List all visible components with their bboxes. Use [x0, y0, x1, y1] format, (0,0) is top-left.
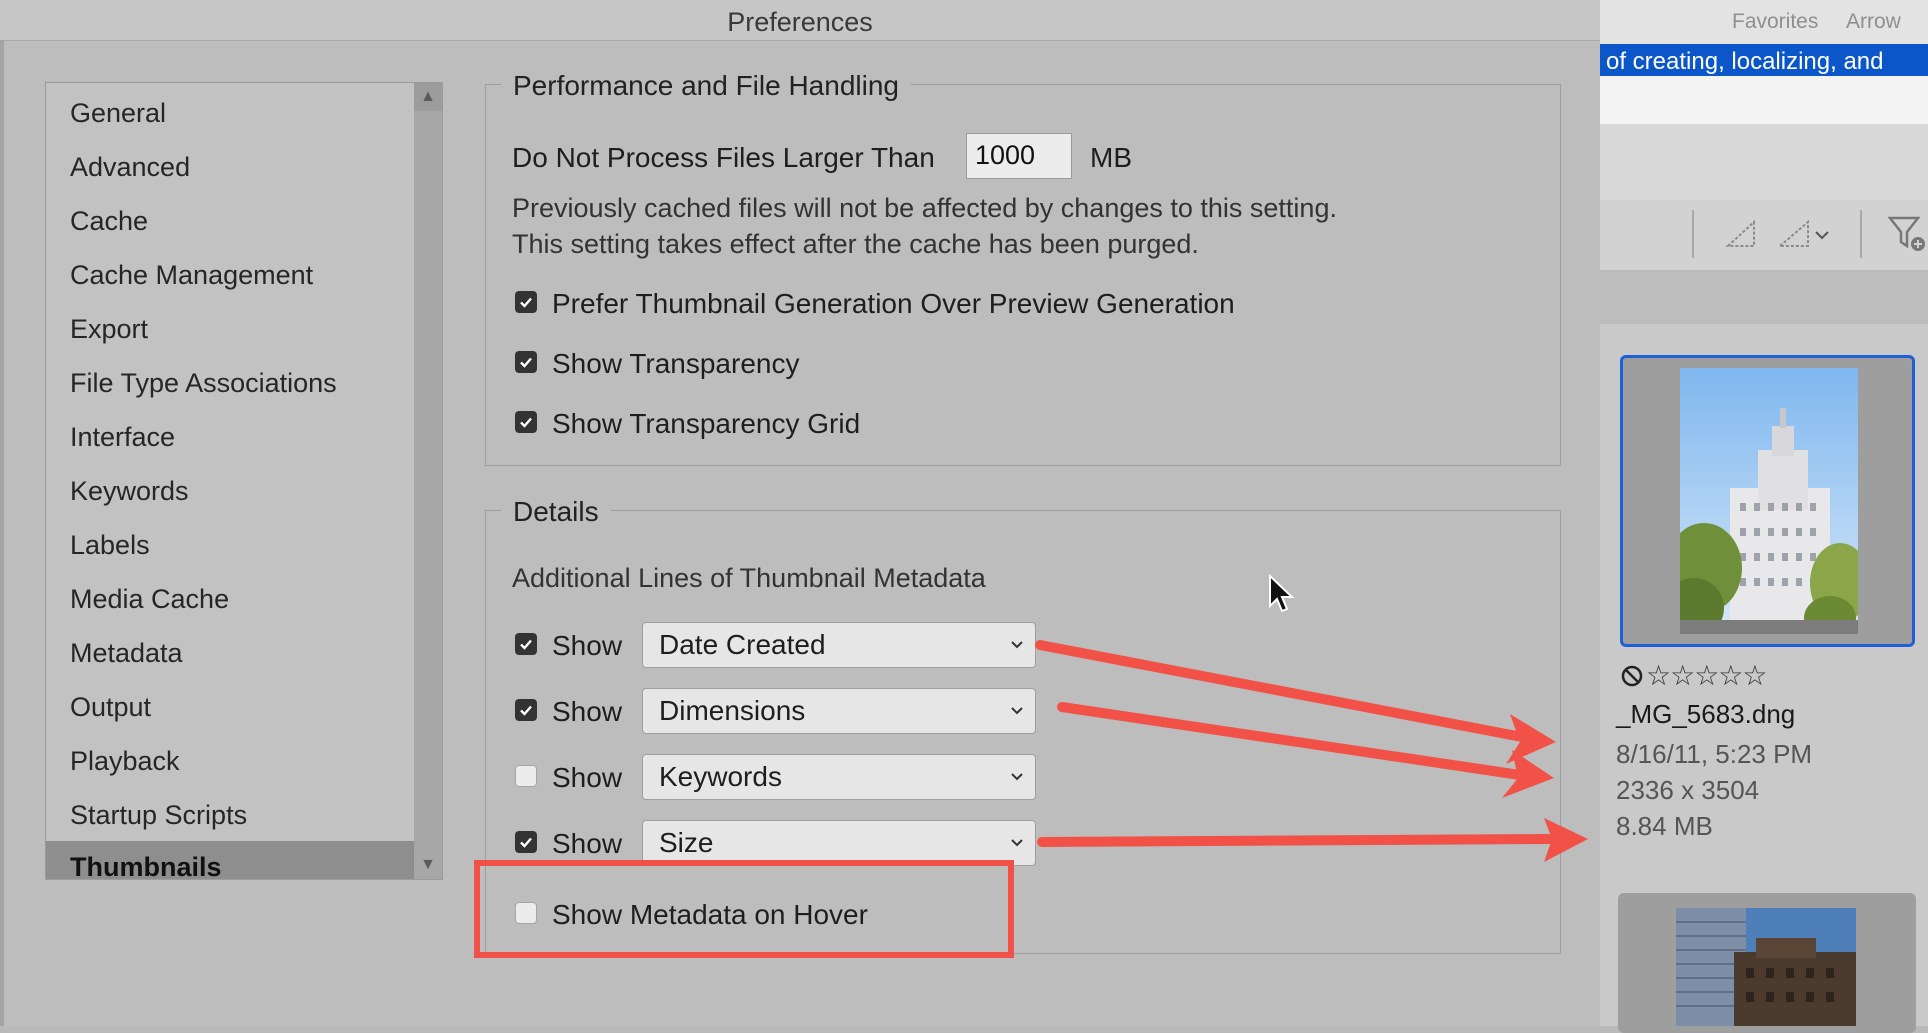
scroll-down-arrow-icon[interactable]: ▼ [414, 851, 442, 879]
sidebar-item-general[interactable]: General [46, 94, 414, 132]
content-header-band [1600, 270, 1928, 324]
checkmark-icon [520, 705, 532, 716]
max-size-input[interactable]: 1000 [966, 133, 1072, 179]
thumbnail-image [1676, 908, 1856, 1026]
reject-icon[interactable] [1620, 664, 1644, 688]
scroll-up-arrow-icon[interactable]: ▲ [414, 83, 442, 111]
performance-legend: Performance and File Handling [501, 68, 911, 104]
sidebar-item-media-cache[interactable]: Media Cache [46, 580, 414, 618]
metadata-line-1-checkbox[interactable] [515, 633, 537, 655]
metadata-line-1-show-label: Show [552, 630, 623, 661]
sidebar-item-export[interactable]: Export [46, 310, 414, 348]
content-panel: Favorites Arrow of creating, localizing,… [1600, 0, 1928, 1033]
thumbnail-dimensions: 2336 x 3504 [1616, 775, 1760, 805]
checkmark-icon [520, 297, 532, 308]
mouse-pointer-icon [1269, 574, 1295, 613]
filter-icon[interactable] [1888, 214, 1926, 254]
sidebar-scroll-thumb[interactable] [414, 111, 442, 879]
sort-order-icon[interactable] [1778, 220, 1832, 248]
sidebar-item-file-type-associations[interactable]: File Type Associations [46, 364, 414, 402]
chevron-down-icon [1011, 773, 1023, 781]
window-edge [0, 40, 4, 1026]
thumbnail-filename[interactable]: _MG_5683.dng [1616, 698, 1795, 730]
star-rating[interactable]: ☆☆☆☆☆ [1646, 660, 1768, 692]
thumbnail-image [1680, 368, 1858, 634]
chevron-down-icon [1011, 707, 1023, 715]
show-transparency-grid-label: Show Transparency Grid [552, 408, 861, 439]
workspace-tab-arrow[interactable]: Arrow [1846, 0, 1901, 44]
window-title: Preferences [0, 0, 1600, 41]
metadata-line-2-show-label: Show [552, 696, 623, 727]
checkmark-icon [520, 417, 532, 428]
sidebar-item-keywords[interactable]: Keywords [46, 472, 414, 510]
max-size-label: Do Not Process Files Larger Than [512, 142, 935, 173]
sidebar-item-output[interactable]: Output [46, 688, 414, 726]
thumbnail-card[interactable] [1618, 893, 1916, 1033]
metadata-line-3-value: Keywords [659, 761, 782, 792]
show-transparency-checkbox[interactable] [515, 351, 537, 373]
metadata-line-3-checkbox[interactable] [515, 765, 537, 787]
preferences-sidebar: General Advanced Cache Cache Management … [45, 82, 443, 880]
thumbnail-card-selected[interactable] [1620, 355, 1915, 647]
toolbar-divider [1692, 210, 1694, 258]
thumbnail-date: 8/16/11, 5:23 PM [1616, 739, 1813, 769]
banner-bar: of creating, localizing, and [1600, 44, 1928, 76]
show-transparency-grid-checkbox[interactable] [515, 411, 537, 433]
sidebar-item-metadata[interactable]: Metadata [46, 634, 414, 672]
metadata-line-2-checkbox[interactable] [515, 699, 537, 721]
metadata-line-2-select[interactable]: Dimensions [642, 688, 1036, 734]
metadata-lines-subtitle: Additional Lines of Thumbnail Metadata [512, 563, 986, 593]
max-size-unit: MB [1090, 142, 1132, 173]
cache-note-line1: Previously cached files will not be affe… [512, 193, 1337, 223]
workspace-tab-favorites[interactable]: Favorites [1732, 0, 1818, 44]
sidebar-item-thumbnails[interactable]: Thumbnails [46, 841, 414, 879]
annotation-highlight-box [474, 860, 1014, 958]
sidebar-item-playback[interactable]: Playback [46, 742, 414, 780]
cache-note-line2: This setting takes effect after the cach… [512, 229, 1199, 259]
toolbar-divider [1860, 210, 1862, 258]
metadata-line-4-value: Size [659, 827, 714, 858]
thumbnail-size: 8.84 MB [1616, 811, 1713, 841]
checkmark-icon [520, 357, 532, 368]
metadata-line-1-select[interactable]: Date Created [642, 622, 1036, 668]
details-legend: Details [501, 494, 611, 530]
metadata-line-3-select[interactable]: Keywords [642, 754, 1036, 800]
chevron-down-icon [1011, 839, 1023, 847]
sidebar-item-startup-scripts[interactable]: Startup Scripts [46, 796, 414, 834]
sidebar-item-labels[interactable]: Labels [46, 526, 414, 564]
metadata-line-2-value: Dimensions [659, 695, 806, 726]
show-transparency-label: Show Transparency [552, 348, 800, 379]
sidebar-item-interface[interactable]: Interface [46, 418, 414, 456]
metadata-line-4-show-label: Show [552, 828, 623, 859]
path-bar [1600, 76, 1928, 124]
sidebar-item-cache[interactable]: Cache [46, 202, 414, 240]
metadata-line-4-checkbox[interactable] [515, 831, 537, 853]
metadata-line-3-show-label: Show [552, 762, 623, 793]
sidebar-item-cache-management[interactable]: Cache Management [46, 256, 414, 294]
prefer-thumbnail-checkbox[interactable] [515, 291, 537, 313]
prefer-thumbnail-label: Prefer Thumbnail Generation Over Preview… [552, 288, 1235, 319]
checkmark-icon [520, 837, 532, 848]
header-area [1600, 124, 1928, 200]
workspace-bar: Favorites Arrow [1600, 0, 1928, 45]
chevron-down-icon [1011, 641, 1023, 649]
metadata-line-1-value: Date Created [659, 629, 826, 660]
rating-filter-icon[interactable] [1726, 220, 1756, 248]
content-toolbar [1600, 200, 1928, 271]
sidebar-item-advanced[interactable]: Advanced [46, 148, 414, 186]
checkmark-icon [520, 639, 532, 650]
